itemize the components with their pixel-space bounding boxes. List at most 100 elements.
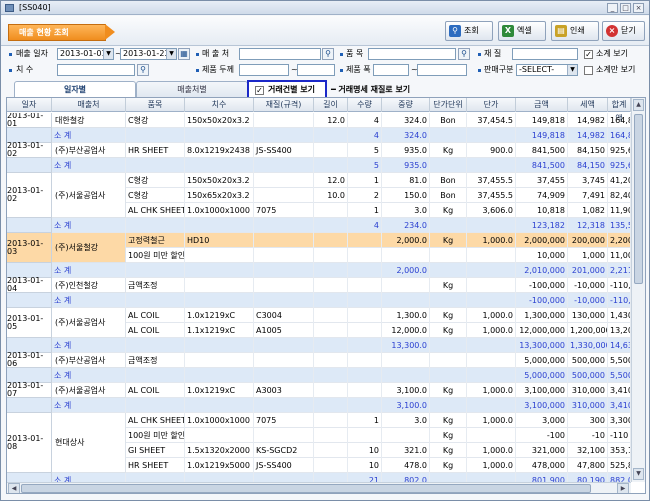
- subtotal-only-checkbox[interactable]: [584, 66, 593, 75]
- scroll-down-icon[interactable]: ▼: [633, 468, 644, 480]
- column-header-tax[interactable]: 세액: [568, 98, 608, 112]
- column-header-qty[interactable]: 수량: [348, 98, 382, 112]
- cell-size: [185, 158, 254, 173]
- search-icon[interactable]: ⚲: [458, 48, 470, 60]
- horizontal-scrollbar[interactable]: ◀ ▶: [7, 482, 631, 493]
- cell-total: -110,000: [608, 278, 631, 293]
- close-button[interactable]: × 닫기: [602, 21, 645, 41]
- vertical-scrollbar[interactable]: ▲ ▼: [631, 98, 645, 482]
- cell-qty: [348, 353, 382, 368]
- subtotal-row[interactable]: 소 계 5,000,000500,0005,500,000: [7, 368, 631, 383]
- horizontal-scroll-thumb[interactable]: [21, 484, 591, 493]
- thickness-from-input[interactable]: [239, 64, 289, 76]
- subtotal-checkbox[interactable]: ✓: [584, 50, 593, 59]
- subtotal-row[interactable]: 소 계 2,000.0 2,010,000201,0002,211,000: [7, 263, 631, 278]
- close-button-label: 닫기: [621, 26, 636, 35]
- scroll-left-icon[interactable]: ◀: [8, 483, 20, 493]
- cell-price: [467, 218, 516, 233]
- cell-qty: 1: [348, 203, 382, 218]
- cell-unit: Bon: [430, 188, 467, 203]
- close-window-icon[interactable]: ×: [633, 3, 644, 13]
- cell-date: [7, 293, 52, 308]
- minimize-icon[interactable]: _: [607, 3, 618, 13]
- cell-qty: [348, 398, 382, 413]
- sales-type-select[interactable]: -SELECT- ▼: [516, 64, 578, 76]
- by-transaction-detail-option[interactable]: ━ 거래명세 재질로 보기: [331, 84, 410, 96]
- maximize-icon[interactable]: □: [620, 3, 631, 13]
- customer-input[interactable]: [239, 48, 321, 60]
- cell-material: KS-SGCD2: [254, 443, 314, 458]
- cell-qty: [348, 263, 382, 278]
- cell-date: [7, 398, 52, 413]
- cell-size: 1.0x1219xC: [185, 383, 254, 398]
- search-icon[interactable]: ⚲: [137, 64, 149, 76]
- subtotal-row[interactable]: 소 계 13,300.0 13,300,0001,330,00014,630,000: [7, 338, 631, 353]
- width-to-input[interactable]: [417, 64, 467, 76]
- subtotal-row[interactable]: 소 계 -100,000-10,000-110,000: [7, 293, 631, 308]
- cell-tax: 310,000: [568, 398, 608, 413]
- cell-length: [314, 323, 348, 338]
- column-header-customer[interactable]: 매출처: [52, 98, 126, 112]
- item-input[interactable]: [368, 48, 456, 60]
- cell-length: [314, 353, 348, 368]
- app-icon: [5, 4, 14, 12]
- cell-tax: 1,082: [568, 203, 608, 218]
- date-to-input[interactable]: 2013-01-23 ▼: [120, 48, 177, 60]
- subtotal-row[interactable]: 소 계 5935.0 841,50084,150925,650: [7, 158, 631, 173]
- column-header-length[interactable]: 길이: [314, 98, 348, 112]
- chevron-down-icon[interactable]: ▼: [567, 65, 577, 75]
- chevron-down-icon[interactable]: ▼: [103, 49, 113, 59]
- print-button[interactable]: ▤ 인쇄: [551, 21, 599, 41]
- by-transaction-checkbox[interactable]: ✓: [255, 86, 264, 95]
- column-header-material[interactable]: 재질(규격): [254, 98, 314, 112]
- customer-label: 매 출 처: [202, 49, 230, 58]
- cell-date: 2013-01-07: [7, 382, 52, 398]
- cell-customer: 소 계: [52, 338, 126, 353]
- grid-header: 일자 매출처 품목 치수 재질(규격) 길이 수량 중량 단가단위 단가 금액 세액 합계액: [7, 98, 631, 123]
- subtotal-row[interactable]: 소 계 4324.0 149,81814,982164,800: [7, 128, 631, 143]
- column-header-amount[interactable]: 금액: [516, 98, 568, 112]
- thickness-label: 제품 두께: [202, 65, 234, 74]
- excel-button[interactable]: X 엑셀: [498, 21, 546, 41]
- search-icon[interactable]: ⚲: [322, 48, 334, 60]
- column-header-unit[interactable]: 단가단위: [430, 98, 467, 112]
- width-label: 제품 폭: [346, 65, 371, 74]
- cell-unit: Kg: [430, 323, 467, 338]
- cell-customer: 현대상사: [52, 413, 126, 473]
- column-header-weight[interactable]: 중량: [382, 98, 430, 112]
- scroll-right-icon[interactable]: ▶: [617, 483, 629, 493]
- cell-amount: 5,000,000: [516, 353, 568, 368]
- cell-amount: 321,000: [516, 443, 568, 458]
- column-header-size[interactable]: 치수: [185, 98, 254, 112]
- column-header-date[interactable]: 일자: [7, 98, 52, 112]
- cell-qty: [348, 293, 382, 308]
- cell-total: 13,200,000: [608, 323, 631, 338]
- column-header-total[interactable]: 합계액: [608, 98, 631, 123]
- chevron-down-icon[interactable]: ▼: [166, 49, 176, 59]
- cell-customer: (주)부산공업사: [52, 353, 126, 368]
- width-from-input[interactable]: [373, 64, 409, 76]
- cell-weight: 935.0: [382, 158, 430, 173]
- search-button[interactable]: ⚲ 조회: [445, 21, 493, 41]
- date-from-input[interactable]: 2013-01-01 ▼: [57, 48, 114, 60]
- vertical-scroll-thumb[interactable]: [634, 114, 643, 284]
- scroll-up-icon[interactable]: ▲: [633, 99, 644, 111]
- column-header-price[interactable]: 단가: [467, 98, 516, 112]
- cell-amount: 478,000: [516, 458, 568, 473]
- cell-total: -110,000: [608, 293, 631, 308]
- column-header-item[interactable]: 품목: [126, 98, 185, 112]
- cell-tax: 310,000: [568, 383, 608, 398]
- tab-by-customer[interactable]: 매출처별: [136, 81, 248, 98]
- cell-length: [314, 413, 348, 428]
- subtotal-row[interactable]: 소 계 4234.0 123,18212,318135,500: [7, 218, 631, 233]
- cell-qty: [348, 368, 382, 383]
- material-input[interactable]: [512, 48, 578, 60]
- subtotal-row[interactable]: 소 계 3,100.0 3,100,000310,0003,410,000: [7, 398, 631, 413]
- cell-customer: (주)서울공업사: [52, 173, 126, 218]
- thickness-to-input[interactable]: [297, 64, 335, 76]
- cell-tax: 130,000: [568, 308, 608, 323]
- size-input[interactable]: [57, 64, 135, 76]
- cell-unit: [430, 293, 467, 308]
- calendar-icon[interactable]: ▦: [178, 48, 190, 60]
- cell-item: HR SHEET: [126, 458, 185, 473]
